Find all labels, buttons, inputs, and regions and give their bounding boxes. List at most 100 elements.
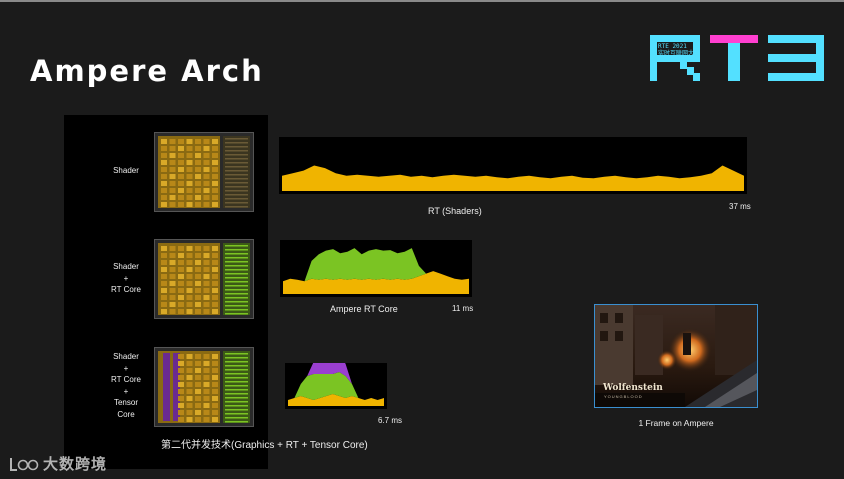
series-area-shader xyxy=(282,165,744,191)
die-cell xyxy=(195,174,201,179)
die-right-block-line xyxy=(225,285,248,287)
die-cell xyxy=(195,188,201,193)
die-cell xyxy=(178,403,184,408)
die-right-block-line xyxy=(225,353,248,355)
die-cell xyxy=(169,146,176,151)
die-right-block-line xyxy=(225,249,248,251)
die-right-block-line xyxy=(225,281,248,283)
die-right-block-line xyxy=(225,245,248,247)
die-cell xyxy=(169,139,176,144)
die-cell xyxy=(212,288,218,293)
die-cell xyxy=(186,417,193,422)
die-cell xyxy=(195,281,201,286)
die-cell xyxy=(169,174,176,179)
die-cell xyxy=(178,410,184,415)
die-cell xyxy=(212,368,218,373)
die-right-block-line xyxy=(225,182,248,184)
die-cell xyxy=(212,389,218,394)
die-cell xyxy=(212,146,218,151)
gpu-die-shader xyxy=(154,132,254,212)
die-cell xyxy=(195,267,201,272)
logo-tag-line2: 实时互联网大会 xyxy=(658,50,701,57)
die-right-block-line xyxy=(225,186,248,188)
die-cell xyxy=(203,368,210,373)
die-cell xyxy=(169,274,176,279)
die-cell xyxy=(169,181,176,186)
die-cell xyxy=(212,274,218,279)
die-cell xyxy=(203,361,210,366)
die-cell xyxy=(178,396,184,401)
die-cell xyxy=(212,188,218,193)
die-right-block-line xyxy=(225,257,248,259)
die-cell xyxy=(178,153,184,158)
die-right-block-line xyxy=(225,289,248,291)
die-cell xyxy=(169,281,176,286)
chart-rt-shaders-time: 37 ms xyxy=(729,202,751,211)
frame-caption: 1 Frame on Ampere xyxy=(638,418,714,428)
die-cell xyxy=(212,281,218,286)
die-right-block-line xyxy=(225,309,248,311)
die-cell xyxy=(186,153,193,158)
die-right-block-line xyxy=(225,301,248,303)
die-cell xyxy=(161,309,167,314)
die-cell xyxy=(195,160,201,165)
die-cell xyxy=(186,288,193,293)
die-cell xyxy=(212,253,218,258)
die-cell xyxy=(186,410,193,415)
chart-tensor-time: 6.7 ms xyxy=(378,416,403,425)
die-right-block-line xyxy=(225,154,248,156)
die-cell xyxy=(203,246,210,251)
die-cell xyxy=(203,195,210,200)
die-cell xyxy=(195,417,201,422)
die-cell xyxy=(186,396,193,401)
die-cell xyxy=(212,309,218,314)
die-cell xyxy=(186,195,193,200)
die-right-block-line xyxy=(225,269,248,271)
die-right-block-line xyxy=(225,206,248,208)
die-cell xyxy=(178,267,184,272)
die-cell xyxy=(195,410,201,415)
die-cell xyxy=(195,139,201,144)
die-cell xyxy=(203,153,210,158)
die-cell xyxy=(195,309,201,314)
die-cell xyxy=(178,146,184,151)
die-cell xyxy=(203,354,210,359)
die-cell xyxy=(195,389,201,394)
die-cell xyxy=(169,267,176,272)
die-right-block-line xyxy=(225,385,248,387)
die-cell xyxy=(212,195,218,200)
die-right-block-line xyxy=(225,198,248,200)
die-cell xyxy=(195,181,201,186)
die-cell xyxy=(161,302,167,307)
die-cell xyxy=(186,375,193,380)
die-cell xyxy=(169,302,176,307)
gpu-die-shader-rt xyxy=(154,239,254,319)
die-right-block-line xyxy=(225,166,248,168)
die-cell xyxy=(186,188,193,193)
die-cell xyxy=(195,253,201,258)
die-right-block-line xyxy=(225,393,248,395)
die-cell xyxy=(186,202,193,207)
die-cell xyxy=(203,253,210,258)
die-cell xyxy=(161,181,167,186)
die-cell xyxy=(212,361,218,366)
die-cell xyxy=(203,295,210,300)
die-cell xyxy=(161,253,167,258)
die-cell xyxy=(195,382,201,387)
die-cell xyxy=(195,146,201,151)
die-cell xyxy=(161,188,167,193)
die-cell xyxy=(203,281,210,286)
gpu-die-shader-rt-tensor xyxy=(154,347,254,427)
die-cell xyxy=(203,160,210,165)
die-cell xyxy=(169,160,176,165)
chart-rt-shaders xyxy=(279,137,747,194)
die-cell xyxy=(178,368,184,373)
die-cell xyxy=(169,295,176,300)
die-cell xyxy=(161,202,167,207)
die-cell xyxy=(203,146,210,151)
die-cell xyxy=(186,246,193,251)
die-right-block-line xyxy=(225,261,248,263)
die-cell xyxy=(161,139,167,144)
die-cell xyxy=(212,181,218,186)
die-cell xyxy=(178,188,184,193)
